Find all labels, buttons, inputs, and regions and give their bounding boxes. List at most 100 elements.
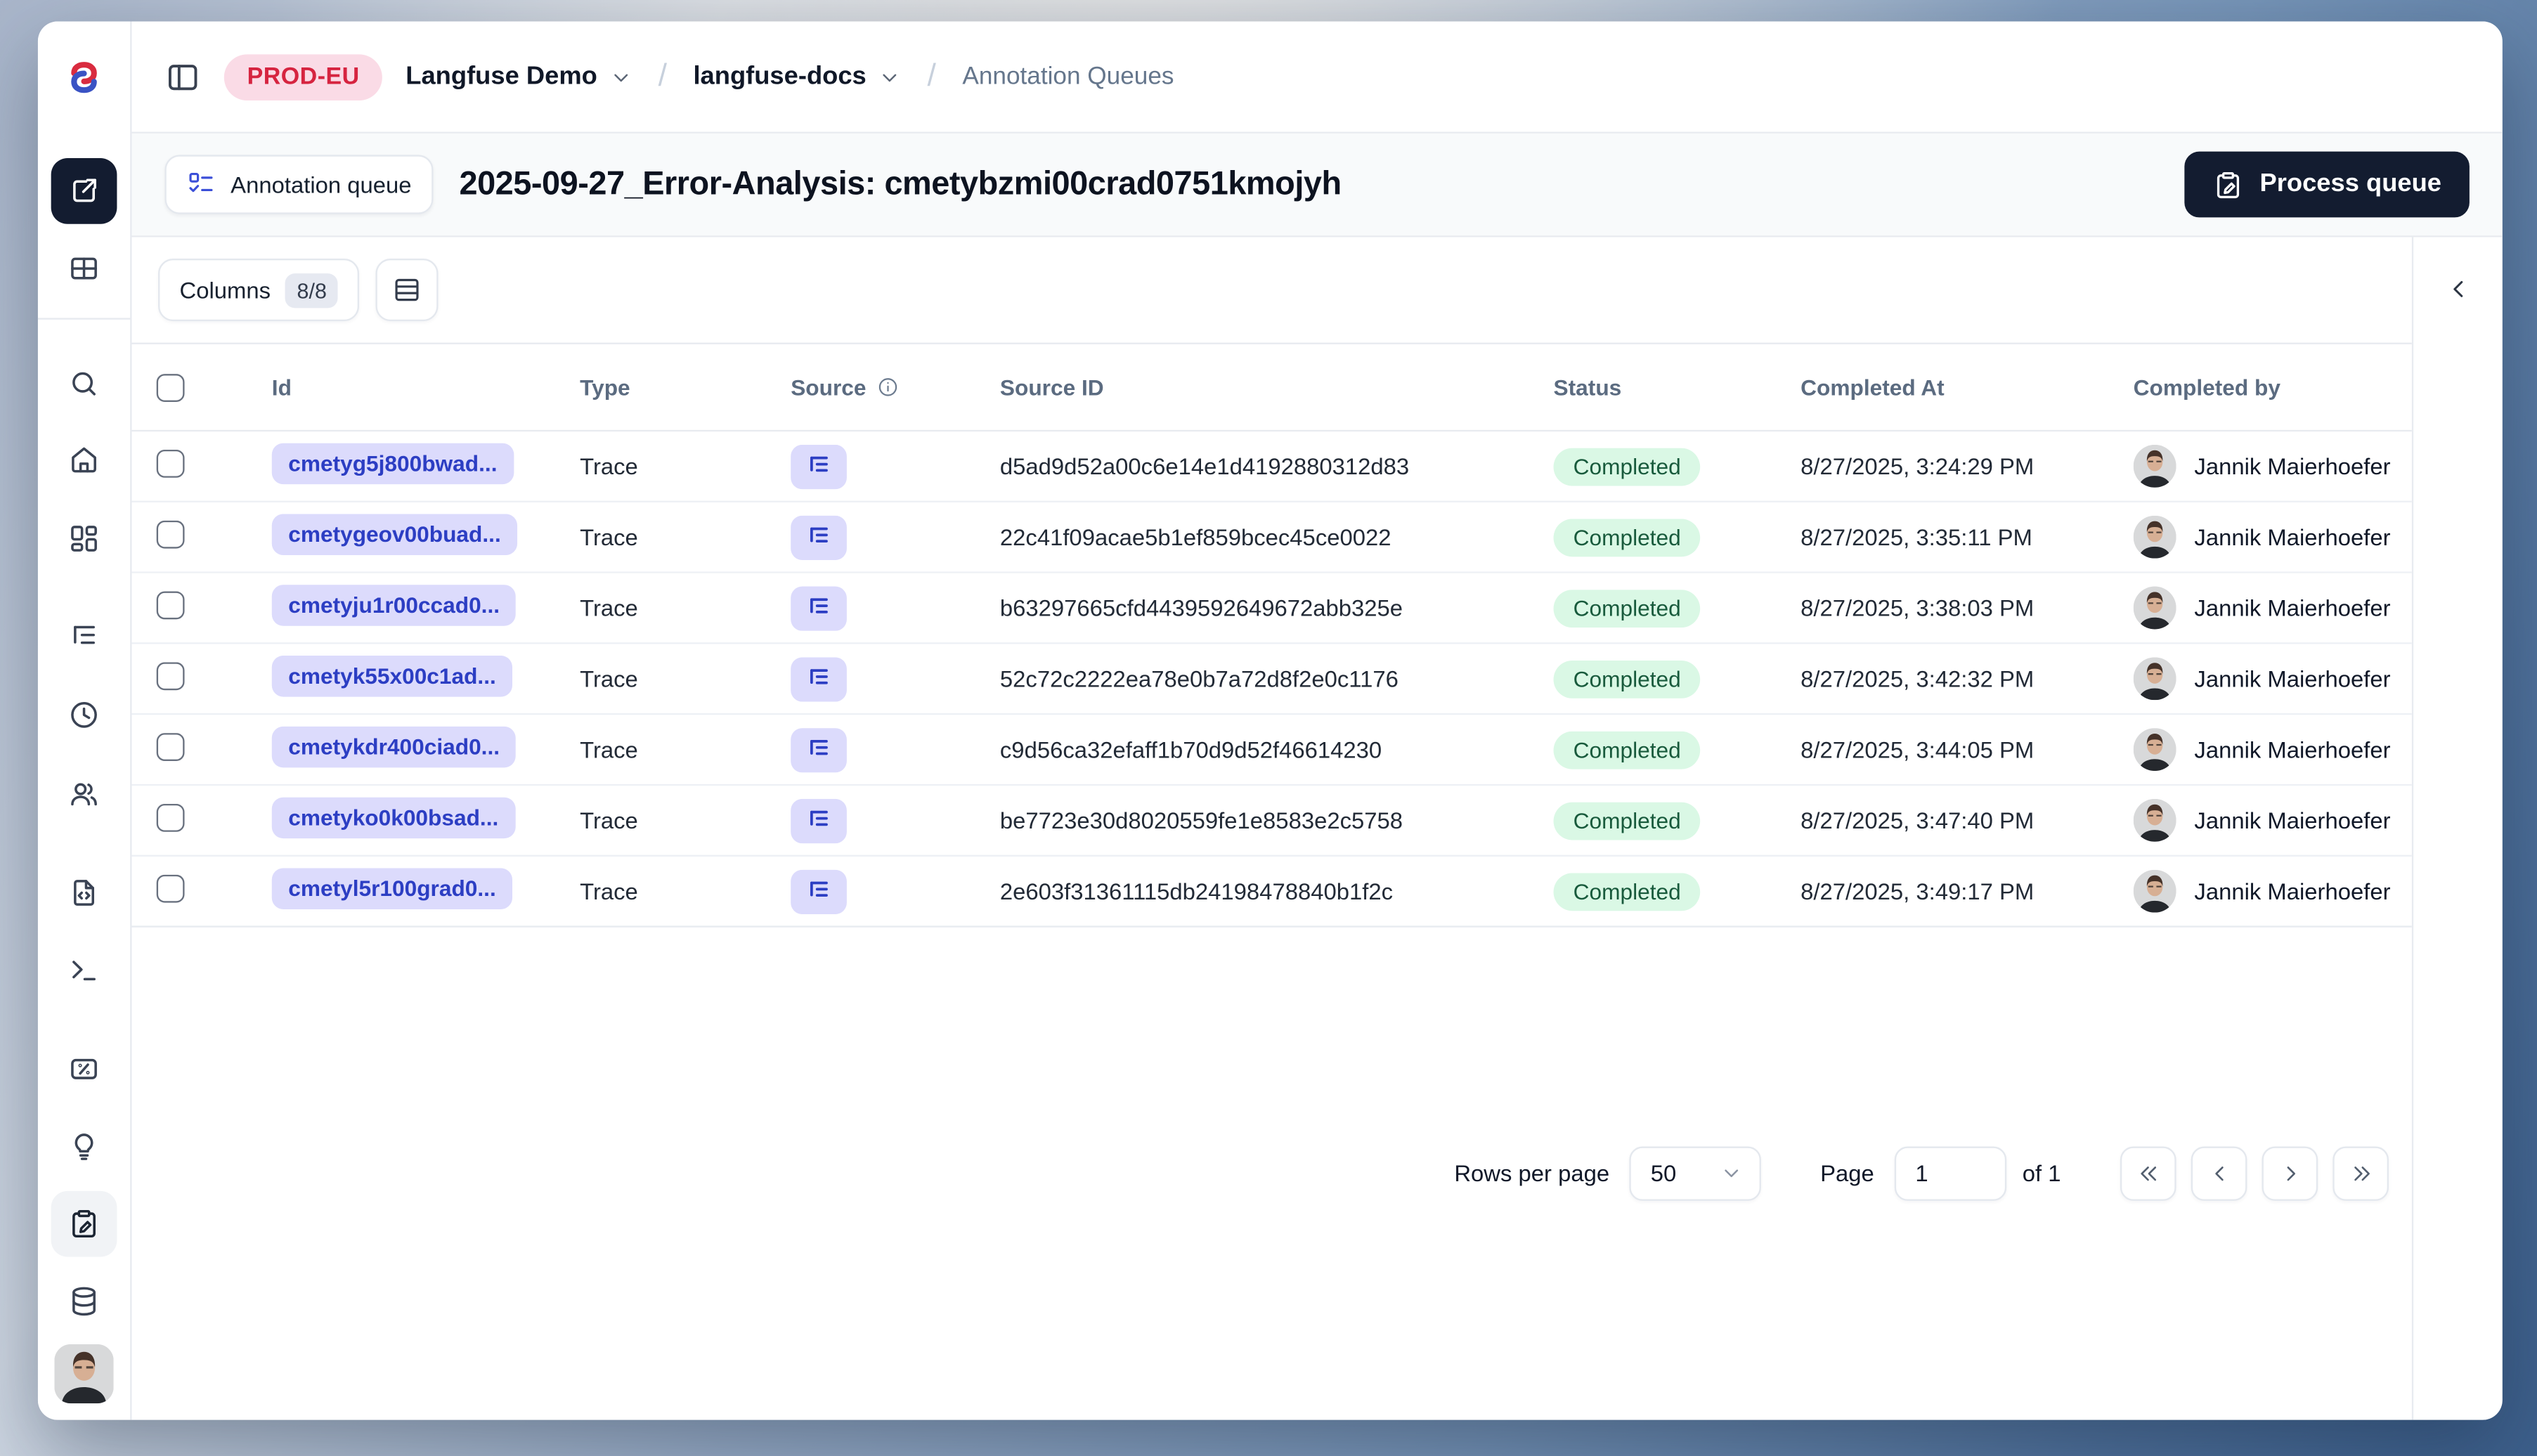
rows-per-page-label: Rows per page (1454, 1159, 1610, 1187)
item-id-badge[interactable]: cmetyju1r00ccad0... (271, 585, 517, 626)
right-panel-strip (2411, 237, 2503, 1420)
table-toolbar: Columns 8/8 (131, 237, 2412, 343)
row-checkbox[interactable] (156, 803, 185, 832)
table-row[interactable]: cmetyg5j800bwad... Trace d5ad9d52a00c6e1… (131, 431, 2412, 502)
source-id-cell: d5ad9d52a00c6e14e1d4192880312d83 (999, 453, 1410, 480)
list-checks-icon (189, 173, 213, 193)
status-badge: Completed (1553, 801, 1701, 840)
sidebar-item-home[interactable] (51, 427, 117, 493)
clipboard-pen-icon (72, 1209, 96, 1238)
first-page-button[interactable] (2120, 1145, 2176, 1201)
table-row[interactable]: cmetykdr400ciad0... Trace c9d56ca32efaff… (131, 715, 2412, 786)
trace-source-icon[interactable] (791, 514, 847, 559)
environment-badge[interactable]: PROD-EU (223, 53, 383, 100)
completed-by-cell: Jannik Maierhoefer (2114, 657, 2412, 701)
completed-by-cell: Jannik Maierhoefer (2114, 444, 2412, 488)
trace-source-icon[interactable] (791, 585, 847, 630)
table-row[interactable]: cmetygeov00buad... Trace 22c41f09acae5b1… (131, 502, 2412, 573)
row-checkbox[interactable] (156, 733, 185, 761)
row-height-button[interactable] (376, 259, 439, 322)
sidebar-item-search[interactable] (51, 351, 117, 417)
item-id-badge[interactable]: cmetyko0k00bsad... (271, 797, 515, 839)
table-row[interactable]: cmetyl5r100grad0... Trace 2e603f31361115… (131, 856, 2412, 925)
row-checkbox[interactable] (156, 874, 185, 903)
completed-by-name: Jannik Maierhoefer (2194, 524, 2391, 550)
sidebar-item-annotation-queues[interactable] (51, 1190, 117, 1257)
select-all-checkbox[interactable] (156, 372, 185, 401)
sidebar-item-dashboards[interactable] (51, 506, 117, 572)
table-row[interactable]: cmetyko0k00bsad... Trace be7723e30d80205… (131, 786, 2412, 857)
org-selector[interactable]: Langfuse Demo (405, 62, 632, 91)
rows-per-page-value: 50 (1650, 1159, 1677, 1187)
search-icon (72, 372, 96, 396)
item-id-badge[interactable]: cmetyk55x00c1ad... (271, 655, 513, 697)
chevron-left-icon (2453, 280, 2463, 297)
avatar (2133, 657, 2176, 701)
database-icon (72, 1287, 96, 1316)
sidebar-item-prompts[interactable] (51, 860, 117, 926)
header-source-id: Source ID (999, 375, 1104, 400)
item-id-badge[interactable]: cmetygeov00buad... (271, 514, 518, 555)
home-icon (72, 447, 96, 473)
sidebar-item-users[interactable] (51, 761, 117, 827)
sidebar-item-scores[interactable] (51, 1114, 117, 1180)
sidebar-item-playground[interactable] (51, 937, 117, 1003)
collapse-panel-button[interactable] (2430, 260, 2486, 316)
table-row[interactable]: cmetyju1r00ccad0... Trace b63297665cfd44… (131, 573, 2412, 644)
info-icon (878, 378, 897, 396)
avatar (2133, 515, 2176, 559)
trace-source-icon[interactable] (791, 798, 847, 843)
sidebar-toggle-button[interactable] (164, 58, 201, 95)
item-id-badge[interactable]: cmetyg5j800bwad... (271, 443, 514, 485)
chevrons-right-icon (2354, 1166, 2369, 1181)
trace-source-icon[interactable] (791, 656, 847, 701)
item-id-badge[interactable]: cmetykdr400ciad0... (271, 726, 517, 768)
breadcrumb-separator: / (658, 58, 667, 93)
completed-at-cell: 8/27/2025, 3:49:17 PM (1800, 878, 2035, 904)
panel-left-icon (169, 63, 197, 90)
sidebar-item-tables[interactable] (51, 235, 117, 301)
header-source: Source (774, 375, 989, 399)
trace-source-icon[interactable] (791, 869, 847, 914)
open-external-button[interactable] (51, 158, 117, 224)
next-page-button[interactable] (2262, 1145, 2318, 1201)
sidebar-item-sessions[interactable] (51, 682, 117, 748)
table-body: cmetyg5j800bwad... Trace d5ad9d52a00c6e1… (131, 431, 2412, 925)
langfuse-logo (38, 21, 130, 133)
last-page-button[interactable] (2332, 1145, 2389, 1201)
process-queue-button[interactable]: Process queue (2184, 151, 2470, 218)
sidebar-item-evals[interactable] (51, 1036, 117, 1102)
org-name: Langfuse Demo (405, 61, 597, 90)
row-checkbox[interactable] (156, 662, 185, 691)
sidebar-item-datasets[interactable] (51, 1268, 117, 1334)
source-id-cell: 22c41f09acae5b1ef859bcec45ce0022 (999, 524, 1391, 550)
sidebar-item-tracing[interactable] (51, 604, 117, 670)
row-checkbox[interactable] (156, 591, 185, 620)
columns-button[interactable]: Columns 8/8 (158, 259, 360, 322)
row-checkbox[interactable] (156, 449, 185, 478)
source-id-cell: 52c72c2222ea78e0b7a72d8f2e0c1176 (999, 665, 1399, 692)
header-status: Status (1553, 375, 1622, 400)
breadcrumb-separator: / (927, 58, 936, 93)
completed-by-cell: Jannik Maierhoefer (2114, 869, 2412, 913)
previous-page-button[interactable] (2191, 1145, 2247, 1201)
user-avatar[interactable] (54, 1344, 114, 1404)
completed-at-cell: 8/27/2025, 3:35:11 PM (1800, 524, 2032, 550)
item-id-badge[interactable]: cmetyl5r100grad0... (271, 868, 513, 909)
table-header-row: Id Type Source Source ID Status Complete… (131, 342, 2412, 432)
avatar (2133, 798, 2176, 842)
breadcrumb-current[interactable]: Annotation Queues (962, 63, 1174, 91)
page-total: of 1 (2022, 1159, 2061, 1187)
trace-source-icon[interactable] (791, 727, 847, 772)
completed-by-cell: Jannik Maierhoefer (2114, 798, 2412, 842)
chevrons-left-icon (2140, 1166, 2155, 1181)
clock-icon (71, 702, 97, 728)
project-selector[interactable]: langfuse-docs (693, 62, 901, 91)
status-badge: Completed (1553, 730, 1701, 769)
page-number-input[interactable] (1893, 1145, 2006, 1201)
rows-per-page-select[interactable]: 50 (1629, 1145, 1761, 1201)
table-row[interactable]: cmetyk55x00c1ad... Trace 52c72c2222ea78e… (131, 644, 2412, 715)
chevron-right-icon (2286, 1166, 2295, 1181)
row-checkbox[interactable] (156, 520, 185, 549)
trace-source-icon[interactable] (791, 443, 847, 489)
